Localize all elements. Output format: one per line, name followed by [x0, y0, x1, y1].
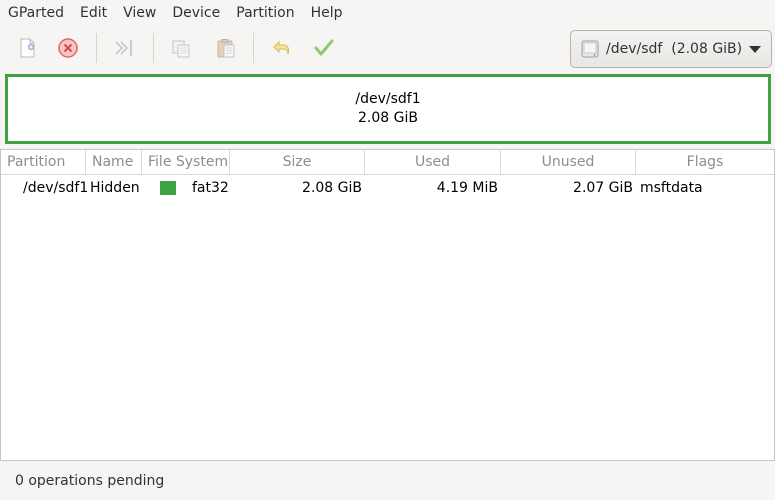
col-used[interactable]: Used [365, 150, 501, 175]
menu-view[interactable]: View [115, 0, 164, 27]
undo-button[interactable] [267, 33, 297, 63]
device-selector[interactable]: /dev/sdf (2.08 GiB) [570, 30, 772, 68]
toolbar-separator [253, 33, 254, 63]
status-text: 0 operations pending [15, 473, 165, 489]
col-filesystem[interactable]: File System [142, 150, 230, 175]
col-name[interactable]: Name [86, 150, 142, 175]
cell-size: 2.08 GiB [302, 180, 362, 196]
new-partition-button[interactable] [12, 33, 42, 63]
menubar: GParted Edit View Device Partition Help [0, 0, 775, 27]
col-unused[interactable]: Unused [501, 150, 636, 175]
disk-partition-map: /dev/sdf1 2.08 GiB [5, 74, 771, 144]
paste-icon [217, 39, 235, 58]
undo-icon [273, 40, 290, 55]
cell-used: 4.19 MiB [436, 180, 498, 196]
filesystem-color-swatch [160, 181, 176, 195]
cell-unused: 2.07 GiB [573, 180, 633, 196]
cell-name: Hidden [90, 180, 140, 196]
col-partition[interactable]: Partition [1, 150, 86, 175]
cell-partition: /dev/sdf1 [23, 180, 89, 196]
disk-icon [581, 40, 599, 58]
table-row[interactable]: /dev/sdf1 Hidden fat32 2.08 GiB 4.19 MiB… [1, 176, 774, 200]
apply-button[interactable] [309, 33, 339, 63]
toolbar-separator [153, 33, 154, 63]
partition-block-size: 2.08 GiB [358, 110, 418, 126]
menu-help[interactable]: Help [303, 0, 351, 27]
document-new-icon [20, 38, 35, 58]
menu-partition[interactable]: Partition [228, 0, 302, 27]
partition-block[interactable]: /dev/sdf1 2.08 GiB [8, 77, 768, 141]
col-size[interactable]: Size [230, 150, 365, 175]
toolbar-separator [96, 33, 97, 63]
col-flags[interactable]: Flags [636, 150, 774, 175]
menu-device[interactable]: Device [164, 0, 228, 27]
resize-move-button[interactable] [109, 33, 139, 63]
partition-block-name: /dev/sdf1 [355, 91, 421, 107]
delete-icon [58, 38, 78, 58]
toolbar: /dev/sdf (2.08 GiB) [0, 27, 775, 69]
menu-gparted[interactable]: GParted [0, 0, 72, 27]
partition-table: Partition Name File System Size Used Unu… [0, 149, 775, 461]
resize-move-icon [115, 40, 132, 56]
check-icon [314, 39, 334, 56]
menu-edit[interactable]: Edit [72, 0, 115, 27]
table-header: Partition Name File System Size Used Unu… [1, 150, 774, 175]
cell-flags: msftdata [640, 180, 703, 196]
chevron-down-icon [749, 46, 761, 53]
paste-button[interactable] [211, 33, 241, 63]
device-label: /dev/sdf (2.08 GiB) [606, 41, 743, 57]
copy-icon [172, 40, 190, 58]
cell-filesystem: fat32 [192, 180, 229, 196]
copy-button[interactable] [166, 33, 196, 63]
delete-partition-button[interactable] [53, 33, 83, 63]
